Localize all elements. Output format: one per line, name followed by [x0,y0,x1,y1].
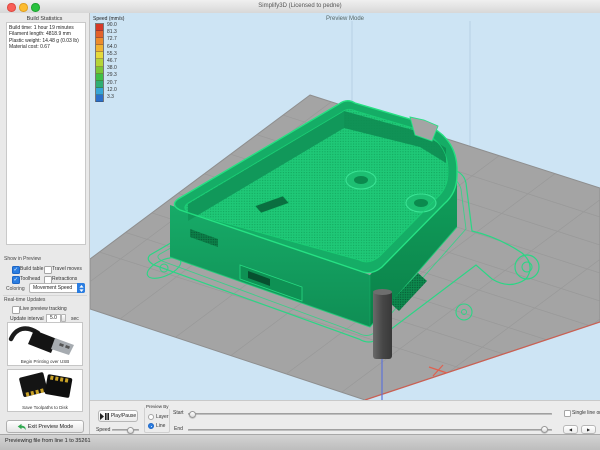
legend-value: 29.3 [107,72,117,78]
legend-swatch [96,31,103,38]
toolhead-checkbox[interactable] [12,276,20,284]
legend-swatch [96,67,103,74]
update-interval-stepper[interactable] [61,314,66,322]
travel-moves-checkbox[interactable] [44,266,52,274]
speed-label: Speed [96,427,110,433]
coloring-dropdown[interactable]: Movement Speed [29,283,85,293]
legend-swatch [96,38,103,45]
step-back-icon: ◀ [569,427,572,432]
legend-swatch [96,95,103,102]
play-pause-label: Play/Pause [111,413,136,419]
app-window: Simplify3D (Licensed to pedne) Build Sta… [0,0,600,450]
legend-value: 12.0 [107,87,117,93]
travel-moves-label: Travel moves [52,266,82,272]
legend-value: 20.7 [107,80,117,86]
coloring-value: Movement Speed [33,285,72,291]
save-toolpaths-button[interactable]: Save Toolpaths to Disk [7,369,83,412]
begin-printing-usb-button[interactable]: Begin Printing over USB [7,322,83,366]
legend-swatch [96,88,103,95]
back-arrow-icon [17,423,26,431]
line-radio[interactable] [148,423,154,429]
step-forward-icon: ▶ [587,427,590,432]
speed-colorbar [95,23,104,102]
stat-line: Material cost: 0.67 [9,44,83,50]
step-back-button[interactable]: ◀ [563,425,578,434]
single-line-label: Single line only [572,410,600,416]
exit-preview-mode-button[interactable]: Exit Preview Mode [6,420,84,433]
play-pause-button[interactable]: Play/Pause [98,410,138,422]
preview-controls-bar: Play/Pause Speed Preview By Layer Line S… [90,400,600,434]
stat-line: Plastic weight: 14.48 g (0.03 lb) [9,38,83,44]
sd-caption: Save Toolpaths to Disk [8,405,82,410]
start-label: Start [173,410,184,416]
3d-scene [90,13,600,400]
layer-radio[interactable] [148,414,154,420]
preview-by-group [144,407,170,433]
legend-swatch [96,24,103,31]
legend-swatch [96,81,103,88]
legend-swatch [96,74,103,81]
dropdown-stepper-icon [77,283,85,293]
toolhead-label: Toolhead [20,276,40,282]
left-sidebar: Build Statistics Build time: 1 hour 19 m… [0,13,90,434]
end-slider[interactable] [188,429,552,431]
end-label: End [174,426,183,432]
legend-value: 81.3 [107,29,117,35]
legend-value: 64.0 [107,44,117,50]
end-slider-knob[interactable] [541,426,548,433]
status-bar: Previewing file from line 1 to 35261 [0,434,600,450]
live-preview-tracking-checkbox[interactable] [12,306,20,314]
sd-cards-image [8,370,82,402]
play-pause-icon [100,413,109,420]
build-statistics-box: Build time: 1 hour 19 minutes Filament l… [6,22,86,245]
speed-slider-knob[interactable] [127,427,134,434]
legend-swatch [96,59,103,66]
legend-value: 38.0 [107,65,117,71]
legend-value: 55.3 [107,51,117,57]
legend-value: 90.0 [107,22,117,28]
coloring-label: Coloring [6,286,25,292]
status-text: Previewing file from line 1 to 35261 [5,438,91,444]
show-in-preview-label: Show in Preview [4,256,41,262]
usb-caption: Begin Printing over USB [8,359,82,364]
legend-swatch [96,52,103,59]
legend-value: 46.7 [107,58,117,64]
window-title: Simplify3D (Licensed to pedne) [0,3,600,9]
layer-radio-label: Layer [156,414,169,420]
usb-cable-image [8,323,82,356]
single-line-checkbox[interactable] [564,410,571,417]
legend-value: 72.7 [107,36,117,42]
realtime-updates-label: Real-time Updates [4,297,45,303]
legend-swatch [96,45,103,52]
start-slider-knob[interactable] [189,411,196,418]
start-slider[interactable] [188,413,552,415]
title-bar: Simplify3D (Licensed to pedne) [0,0,600,14]
section-divider [3,295,87,296]
step-forward-button[interactable]: ▶ [581,425,596,434]
retractions-label: Retractions [52,276,77,282]
build-table-label: Build table [20,266,43,272]
preview-by-label: Preview By [145,404,170,409]
exit-button-label: Exit Preview Mode [28,424,74,430]
preview-mode-label: Preview Mode [90,16,600,22]
build-table-checkbox[interactable] [12,266,20,274]
line-radio-label: Line [156,423,165,429]
legend-value: 3.3 [107,94,114,100]
3d-viewport[interactable]: Preview Mode Speed (mm/s) 90.0 81.3 72.7… [90,13,600,400]
speed-slider[interactable] [112,429,139,431]
live-preview-tracking-label: Live preview tracking [20,306,67,312]
